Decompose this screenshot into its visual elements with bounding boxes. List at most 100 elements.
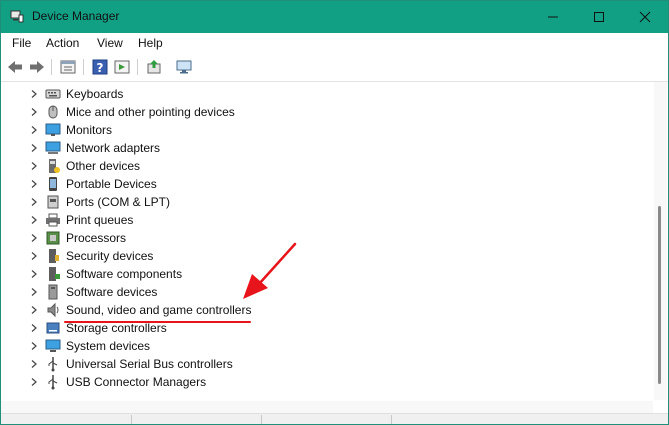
- tree-row-other-devices[interactable]: Other devices: [1, 157, 641, 175]
- tree-row-label: Network adapters: [66, 141, 161, 155]
- toolbar-separator: [137, 59, 138, 75]
- usb-connector-icon: [48, 375, 58, 390]
- chevron-right-icon[interactable]: [30, 216, 38, 224]
- window-title: Device Manager: [32, 9, 120, 23]
- usb-icon: [48, 357, 58, 372]
- portable-device-icon: [49, 177, 57, 191]
- maximize-icon: [594, 12, 604, 22]
- close-icon: [639, 11, 651, 23]
- tree-row-label: Security devices: [66, 249, 154, 263]
- tree-row-label: Processors: [66, 231, 127, 245]
- chevron-right-icon[interactable]: [30, 360, 38, 368]
- tree-row-label: Monitors: [66, 123, 113, 137]
- tree-row-label: Software components: [66, 267, 183, 281]
- tree-row-label: Software devices: [66, 285, 158, 299]
- tree-row-label: USB Connector Managers: [66, 375, 207, 389]
- processor-icon: [46, 231, 60, 245]
- close-button[interactable]: [622, 1, 668, 33]
- status-bar: [1, 413, 668, 424]
- scan-hardware-icon[interactable]: [175, 58, 193, 76]
- keyboard-icon: [45, 89, 61, 99]
- tree-row-network-adapters[interactable]: Network adapters: [1, 139, 641, 157]
- minimize-icon: [548, 16, 558, 18]
- tree-row-label: Mice and other pointing devices: [66, 105, 235, 119]
- tree-row-label: Sound, video and game controllers: [66, 303, 252, 317]
- tree-row-keyboards[interactable]: Keyboards: [1, 85, 641, 103]
- tree-row-portable-devices[interactable]: Portable Devices: [1, 175, 641, 193]
- tree-row-label: System devices: [66, 339, 151, 353]
- chevron-right-icon[interactable]: [30, 252, 38, 260]
- forward-icon[interactable]: [28, 58, 46, 76]
- chevron-right-icon[interactable]: [30, 270, 38, 278]
- tree-row-label: Keyboards: [66, 87, 124, 101]
- tree-row-security-devices[interactable]: Security devices: [1, 247, 641, 265]
- toolbar: ?: [1, 53, 668, 82]
- title-bar[interactable]: Device Manager: [1, 1, 668, 33]
- menu-help[interactable]: Help: [138, 36, 163, 50]
- device-manager-app-icon: [10, 9, 24, 23]
- port-icon: [47, 195, 59, 209]
- tree-row-sound-video-game-controllers[interactable]: Sound, video and game controllers: [1, 301, 641, 319]
- chevron-right-icon[interactable]: [30, 90, 38, 98]
- tree-row-system-devices[interactable]: System devices: [1, 337, 641, 355]
- minimize-button[interactable]: [530, 1, 576, 33]
- chevron-right-icon[interactable]: [30, 234, 38, 242]
- svg-text:?: ?: [97, 61, 104, 75]
- chevron-right-icon[interactable]: [30, 342, 38, 350]
- show-hide-icon[interactable]: [113, 58, 131, 76]
- tree-row-label: Other devices: [66, 159, 141, 173]
- mouse-icon: [48, 105, 58, 119]
- other-devices-icon: [49, 159, 60, 173]
- horizontal-scrollbar[interactable]: [1, 401, 653, 413]
- tree-row-label: Ports (COM & LPT): [66, 195, 171, 209]
- properties-icon[interactable]: [59, 58, 77, 76]
- status-divider: [131, 415, 132, 424]
- software-device-icon: [48, 284, 58, 300]
- monitor-icon: [45, 123, 61, 136]
- chevron-right-icon[interactable]: [30, 378, 38, 386]
- chevron-right-icon[interactable]: [30, 324, 38, 332]
- chevron-right-icon[interactable]: [30, 306, 38, 314]
- tree-row-mice[interactable]: Mice and other pointing devices: [1, 103, 641, 121]
- device-tree: Keyboards Mice and other pointing device…: [1, 82, 653, 400]
- vertical-scrollbar[interactable]: [654, 82, 667, 400]
- maximize-button[interactable]: [576, 1, 622, 33]
- tree-row-software-components[interactable]: Software components: [1, 265, 641, 283]
- system-devices-icon: [45, 339, 61, 352]
- tree-row-label: Print queues: [66, 213, 134, 227]
- chevron-right-icon[interactable]: [30, 198, 38, 206]
- chevron-right-icon[interactable]: [30, 162, 38, 170]
- speaker-icon: [47, 302, 59, 318]
- tree-row-usb-controllers[interactable]: Universal Serial Bus controllers: [1, 355, 641, 373]
- menu-file[interactable]: File: [12, 36, 31, 50]
- storage-controller-icon: [46, 322, 60, 334]
- security-device-icon: [49, 249, 59, 263]
- chevron-right-icon[interactable]: [30, 144, 38, 152]
- network-adapter-icon: [45, 141, 61, 154]
- chevron-right-icon[interactable]: [30, 126, 38, 134]
- software-component-icon: [49, 267, 60, 281]
- printer-icon: [46, 213, 60, 227]
- tree-row-label: Portable Devices: [66, 177, 157, 191]
- menu-view[interactable]: View: [97, 36, 123, 50]
- tree-row-ports[interactable]: Ports (COM & LPT): [1, 193, 641, 211]
- menu-bar: File Action View Help: [1, 33, 668, 53]
- tree-row-label: Universal Serial Bus controllers: [66, 357, 233, 371]
- toolbar-separator: [51, 59, 52, 75]
- tree-row-monitors[interactable]: Monitors: [1, 121, 641, 139]
- update-driver-icon[interactable]: [145, 58, 163, 76]
- annotation-arrow-icon: [243, 242, 297, 299]
- vertical-scrollbar-thumb[interactable]: [658, 206, 661, 384]
- tree-row-software-devices[interactable]: Software devices: [1, 283, 641, 301]
- device-manager-window: Device Manager File Action View Help ? K…: [0, 0, 669, 425]
- tree-row-processors[interactable]: Processors: [1, 229, 641, 247]
- menu-action[interactable]: Action: [46, 36, 79, 50]
- tree-row-print-queues[interactable]: Print queues: [1, 211, 641, 229]
- tree-row-usb-connector-managers[interactable]: USB Connector Managers: [1, 373, 641, 391]
- help-icon[interactable]: ?: [91, 58, 109, 76]
- chevron-right-icon[interactable]: [30, 180, 38, 188]
- back-icon[interactable]: [6, 58, 24, 76]
- chevron-right-icon[interactable]: [30, 108, 38, 116]
- chevron-right-icon[interactable]: [30, 288, 38, 296]
- tree-row-label: Storage controllers: [66, 321, 167, 335]
